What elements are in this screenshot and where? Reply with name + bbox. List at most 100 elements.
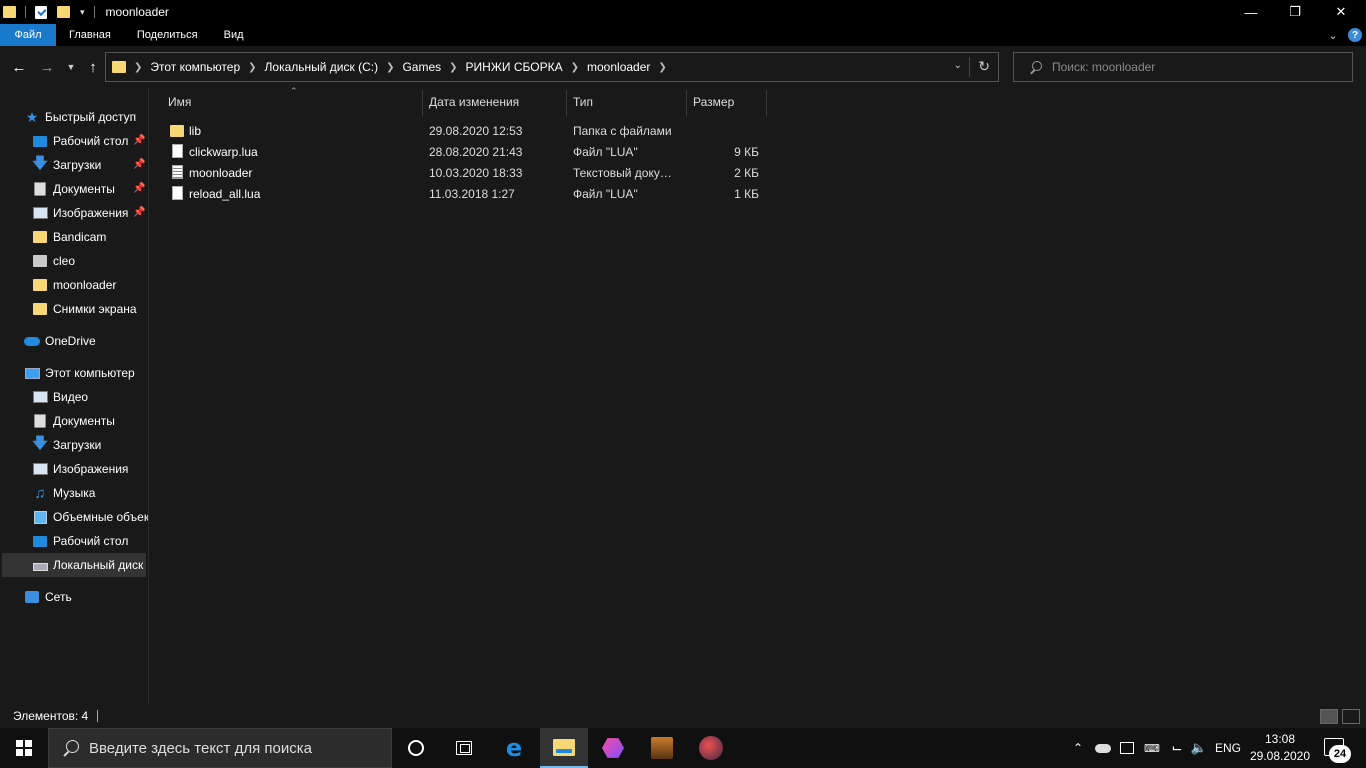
sidebar-item-quick-access[interactable]: ★ Быстрый доступ (24, 105, 148, 129)
sidebar-item-pictures[interactable]: Изображения (32, 201, 132, 225)
system-clock[interactable]: 13:08 29.08.2020 (1248, 731, 1312, 765)
search-box[interactable] (1013, 52, 1353, 82)
help-button[interactable]: ? (1344, 24, 1366, 46)
column-header-name[interactable]: Имя (168, 90, 422, 114)
sidebar-item-screenshots[interactable]: Снимки экрана (32, 297, 148, 321)
back-button[interactable]: ← (10, 58, 28, 76)
large-icons-view-button[interactable] (1342, 709, 1360, 724)
chevron-right-icon[interactable]: ❯ (571, 62, 579, 73)
sidebar-item-documents[interactable]: Документы (32, 177, 132, 201)
new-folder-icon[interactable] (57, 6, 70, 18)
taskbar-search-box[interactable]: Введите здесь текст для поиска (48, 728, 392, 768)
chevron-right-icon[interactable]: ❯ (386, 62, 394, 73)
file-name: clickwarp.lua (189, 144, 258, 159)
column-header-size[interactable]: Размер (693, 90, 765, 114)
sidebar-item-network[interactable]: Сеть (24, 585, 148, 609)
task-view-button[interactable] (440, 728, 488, 768)
column-separator[interactable] (566, 90, 567, 116)
game-icon (651, 737, 673, 759)
sidebar-item-label: Рабочий стол (53, 534, 129, 548)
taskbar-app[interactable] (589, 728, 637, 768)
table-row[interactable]: reload_all.lua 11.03.2018 1:27 Файл "LUA… (164, 183, 770, 204)
volume-tray-icon[interactable]: 🔈 (1190, 728, 1208, 768)
taskbar-app[interactable] (687, 728, 735, 768)
sidebar-item-music[interactable]: ♫ Музыка (32, 481, 148, 505)
table-row[interactable]: moonloader 10.03.2020 18:33 Текстовый до… (164, 162, 770, 183)
start-button[interactable] (0, 728, 48, 768)
tab-view[interactable]: Вид (211, 24, 257, 46)
properties-icon[interactable] (35, 5, 47, 19)
sidebar-item-bandicam[interactable]: Bandicam (32, 225, 142, 249)
sidebar-item-moonloader[interactable]: moonloader (32, 273, 142, 297)
breadcrumb-item[interactable]: РИНЖИ СБОРКА (466, 60, 563, 74)
file-icon (170, 186, 184, 201)
chevron-right-icon[interactable]: ❯ (658, 62, 666, 73)
sidebar-item-3d-objects[interactable]: Объемные объекты (32, 505, 148, 529)
forward-button[interactable]: → (38, 58, 56, 76)
file-explorer-app[interactable] (540, 728, 588, 768)
language-indicator[interactable]: ENG (1212, 728, 1244, 768)
address-bar[interactable]: ❯ Этот компьютер ❯ Локальный диск (C:) ❯… (105, 52, 999, 82)
close-button[interactable]: ✕ (1318, 0, 1364, 24)
minimize-button[interactable]: — (1228, 0, 1274, 24)
sidebar-item-cleo[interactable]: cleo (32, 249, 142, 273)
chevron-down-icon[interactable]: ▾ (80, 7, 85, 18)
show-hidden-icons-button[interactable]: ⌃ (1070, 728, 1086, 768)
breadcrumb-item[interactable]: moonloader (587, 60, 650, 74)
tab-file[interactable]: Файл (0, 24, 56, 46)
breadcrumb-item[interactable]: Games (402, 60, 441, 74)
column-header-type[interactable]: Тип (573, 90, 685, 114)
sidebar-item-this-pc[interactable]: Этот компьютер (24, 361, 148, 385)
onedrive-tray-icon[interactable] (1094, 728, 1112, 768)
chevron-right-icon[interactable]: ❯ (449, 62, 457, 73)
close-icon: ✕ (1335, 4, 1347, 19)
chevron-down-icon: ⌄ (1328, 29, 1338, 42)
chevron-right-icon[interactable]: ❯ (248, 62, 256, 73)
sidebar-item-pc-pictures[interactable]: Изображения (32, 457, 148, 481)
table-row[interactable]: lib 29.08.2020 12:53 Папка с файлами (164, 120, 770, 141)
search-icon (1030, 61, 1042, 73)
tab-home[interactable]: Главная (56, 24, 124, 46)
sidebar-item-downloads[interactable]: 🡇 Загрузки (32, 153, 132, 177)
chevron-down-icon: ▼ (66, 62, 76, 72)
chevron-down-icon[interactable]: ⌄ (954, 60, 962, 71)
sidebar-item-video[interactable]: Видео (32, 385, 148, 409)
details-view-button[interactable] (1320, 709, 1338, 724)
pin-icon: 📌 (133, 159, 146, 170)
sidebar-item-desktop[interactable]: Рабочий стол (32, 129, 132, 153)
video-icon (32, 389, 48, 405)
sidebar-item-pc-desktop[interactable]: Рабочий стол (32, 529, 148, 553)
tab-share[interactable]: Поделиться (124, 24, 211, 46)
file-name: lib (189, 123, 202, 138)
breadcrumb-item[interactable]: Локальный диск (C:) (265, 60, 379, 74)
recent-locations-button[interactable]: ▼ (65, 58, 77, 76)
column-separator[interactable] (686, 90, 687, 116)
search-input[interactable] (1052, 60, 1332, 74)
sidebar-item-pc-documents[interactable]: Документы (32, 409, 148, 433)
sidebar-item-local-disk[interactable]: Локальный диск (C:) (2, 553, 146, 577)
network-tray-icon[interactable]: ⌙ (1168, 728, 1186, 768)
expand-ribbon-button[interactable]: ⌄ (1322, 24, 1344, 46)
separator (969, 57, 970, 77)
wifi-icon: ⌙ (1171, 740, 1183, 755)
edge-app[interactable]: e (490, 728, 538, 768)
breadcrumb-item[interactable]: Этот компьютер (150, 60, 240, 74)
toolbar-separator (93, 6, 95, 18)
sidebar-item-onedrive[interactable]: OneDrive (24, 329, 148, 353)
column-separator[interactable] (422, 90, 423, 116)
column-header-date[interactable]: Дата изменения (429, 90, 565, 114)
chevron-right-icon: ❯ (134, 61, 143, 73)
cortana-button[interactable] (392, 728, 440, 768)
ime-tray-icon[interactable]: ⌨ (1142, 728, 1162, 768)
table-row[interactable]: clickwarp.lua 28.08.2020 21:43 Файл "LUA… (164, 141, 770, 162)
cloud-icon (24, 333, 40, 349)
maximize-icon: ❐ (1289, 4, 1301, 19)
file-name: moonloader (189, 165, 253, 180)
maximize-button[interactable]: ❐ (1272, 0, 1318, 24)
column-separator[interactable] (766, 90, 767, 116)
battery-tray-icon[interactable] (1118, 728, 1136, 768)
up-button[interactable]: ↑ (84, 58, 102, 76)
taskbar-app[interactable] (638, 728, 686, 768)
refresh-icon[interactable]: ↻ (978, 58, 990, 75)
sidebar-item-pc-downloads[interactable]: 🡇 Загрузки (32, 433, 148, 457)
